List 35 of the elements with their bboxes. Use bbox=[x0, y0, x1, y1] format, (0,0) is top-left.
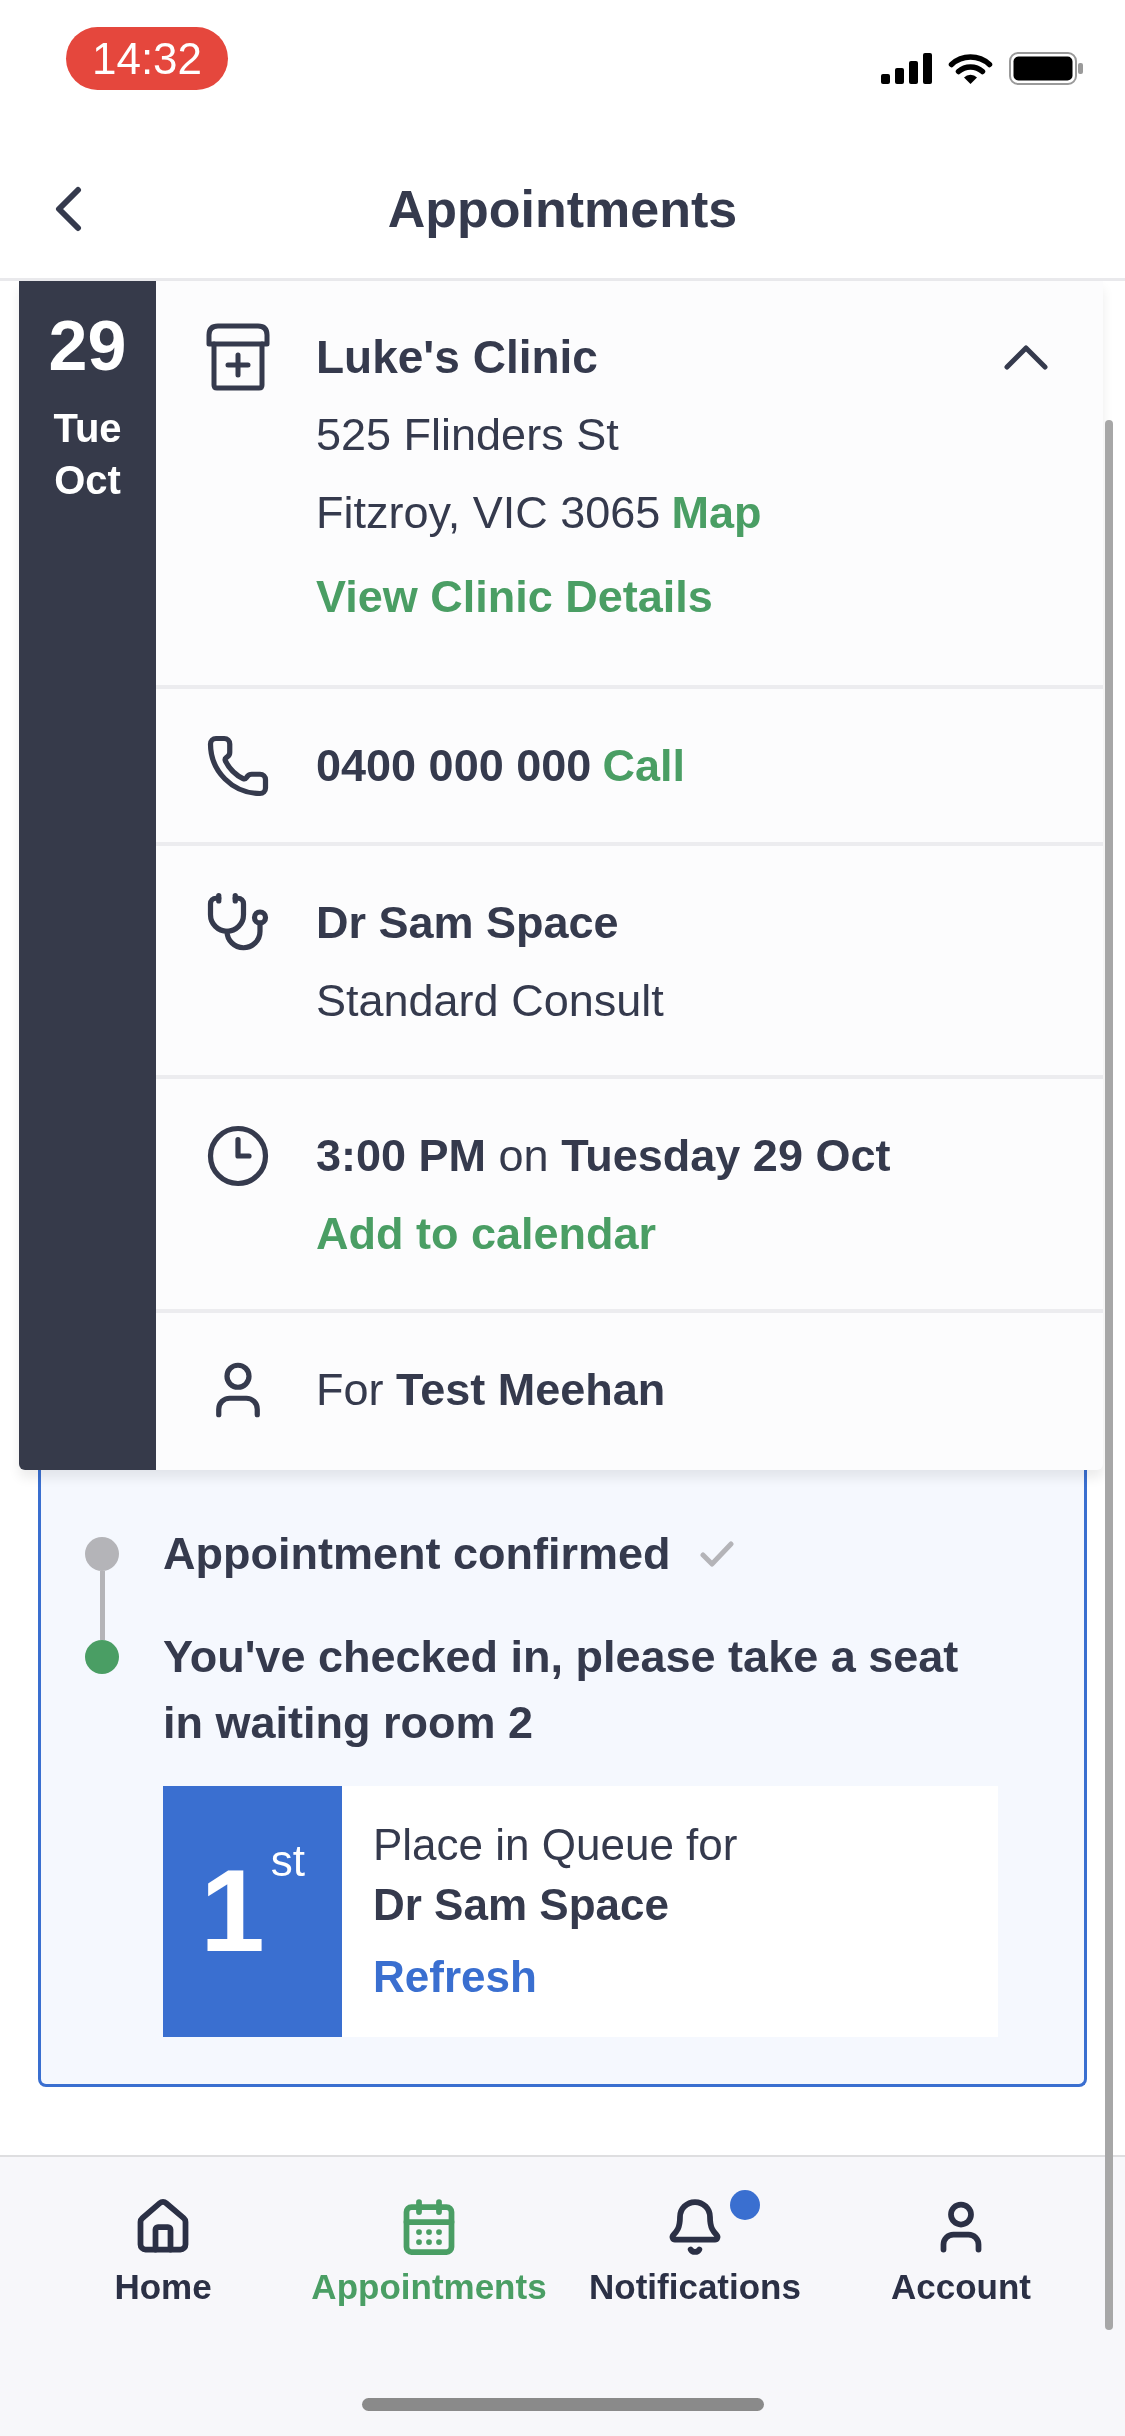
signal-icon bbox=[881, 53, 932, 84]
address-line: Fitzroy, VIC 3065 bbox=[316, 487, 661, 538]
hospital-icon bbox=[205, 323, 271, 391]
add-to-calendar-link[interactable]: Add to calendar bbox=[316, 1208, 657, 1259]
refresh-link[interactable]: Refresh bbox=[373, 1952, 537, 2001]
back-icon[interactable] bbox=[54, 186, 82, 232]
status-time: 14:32 bbox=[66, 27, 228, 90]
nav-tab[interactable]: Notifications bbox=[589, 2188, 801, 2307]
queue-position-tile: 1$^{st}$ bbox=[163, 1786, 342, 2037]
doctor-name: Dr Sam Space bbox=[316, 897, 619, 948]
date-weekday: Tue bbox=[53, 405, 122, 452]
phone-icon bbox=[205, 733, 271, 799]
nav-tab[interactable]: Appointments bbox=[311, 2188, 547, 2307]
clinic-name: Luke's Clinic bbox=[316, 330, 598, 384]
nav-tab[interactable]: Account bbox=[891, 2188, 1031, 2307]
page-title: Appointments bbox=[387, 179, 738, 239]
date-day: 29 bbox=[48, 306, 127, 386]
call-link[interactable]: Call bbox=[602, 740, 686, 791]
appointment-time: 3:00 PM on Tuesday 29 Oct bbox=[316, 1130, 891, 1181]
phone-number: 0400 000 000 bbox=[316, 740, 592, 791]
nav-tab[interactable]: Home bbox=[114, 2188, 212, 2307]
clock-icon bbox=[205, 1123, 271, 1189]
patient-name: For Test Meehan bbox=[316, 1364, 666, 1415]
clinic-details-link[interactable]: View Clinic Details bbox=[316, 571, 713, 622]
queue-doctor-name: Dr Sam Space bbox=[373, 1880, 669, 1929]
address-line: 525 Flinders St bbox=[316, 409, 619, 460]
chevron-up-icon[interactable] bbox=[1004, 344, 1048, 370]
map-link[interactable]: Map bbox=[671, 487, 762, 538]
battery-icon bbox=[1009, 52, 1083, 85]
queue-label: Place in Queue for bbox=[373, 1820, 738, 1869]
step-label: Appointment confirmed bbox=[163, 1527, 671, 1581]
consult-type: Standard Consult bbox=[316, 975, 664, 1026]
wifi-icon bbox=[948, 52, 993, 85]
step-label: You've checked in, please take a seat in waiting room 2 bbox=[163, 1630, 960, 1750]
date-month: Oct bbox=[54, 457, 121, 504]
